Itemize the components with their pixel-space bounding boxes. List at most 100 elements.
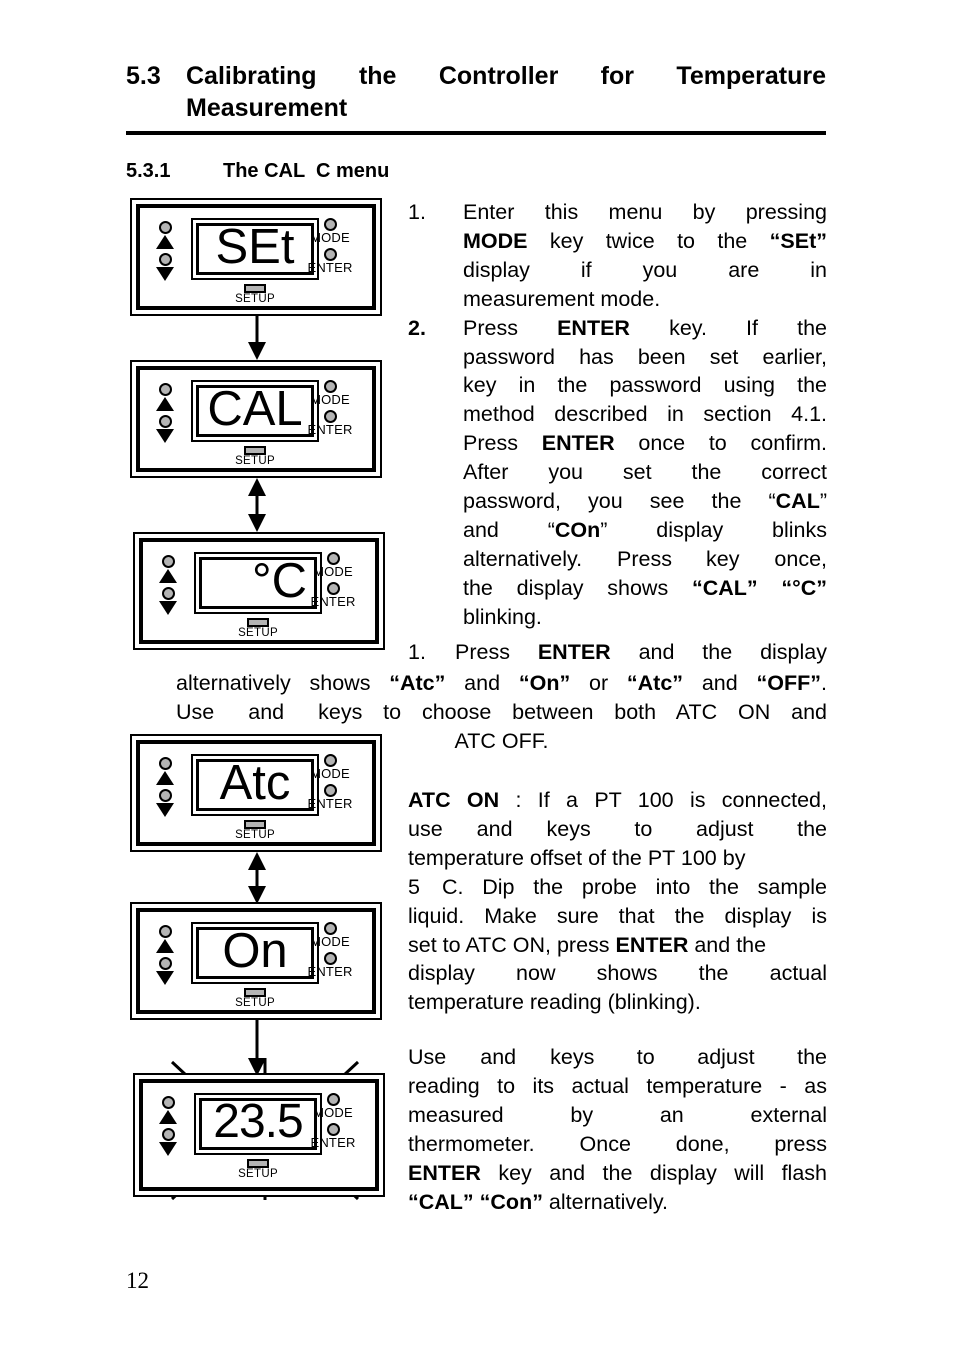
controller-panel-atc: Atc SETUP MODE ENTER bbox=[130, 734, 382, 852]
setup-label: SETUP bbox=[235, 293, 275, 305]
mode-label: MODE bbox=[310, 392, 350, 407]
down-arrow-icon[interactable] bbox=[156, 429, 174, 443]
down-arrow-icon[interactable] bbox=[159, 1142, 177, 1156]
instruction-list: 1. Enter this menu by pressing MODE key … bbox=[408, 198, 827, 632]
down-arrow-icon[interactable] bbox=[156, 971, 174, 985]
setup-label: SETUP bbox=[238, 1168, 278, 1180]
mode-label: MODE bbox=[310, 934, 350, 949]
panel-face: Atc SETUP MODE ENTER bbox=[140, 744, 372, 842]
up-led-icon bbox=[159, 383, 172, 396]
controller-panel-on: On SETUP MODE ENTER bbox=[130, 902, 382, 1020]
enter-label: ENTER bbox=[307, 963, 353, 979]
enter-button[interactable] bbox=[323, 951, 337, 965]
up-arrow-icon[interactable] bbox=[156, 235, 174, 249]
setup-indicator: SETUP bbox=[235, 618, 281, 640]
indicator-cluster bbox=[156, 221, 180, 295]
button-cluster: MODE ENTER bbox=[297, 922, 363, 982]
down-led-icon bbox=[159, 789, 172, 802]
down-led-icon bbox=[159, 415, 172, 428]
button-cluster: MODE ENTER bbox=[297, 380, 363, 440]
button-cluster: MODE ENTER bbox=[297, 754, 363, 814]
setup-indicator: SETUP bbox=[235, 1159, 281, 1181]
panel-face: SEt SETUP MODE ENTER bbox=[140, 208, 372, 306]
panel-face: On SETUP MODE ENTER bbox=[140, 912, 372, 1010]
enter-button[interactable] bbox=[323, 247, 337, 261]
setup-led-icon bbox=[244, 446, 266, 455]
lcd-value: SEt bbox=[215, 219, 295, 274]
up-arrow-icon[interactable] bbox=[156, 771, 174, 785]
subsection-title: The CAL C menu bbox=[223, 160, 390, 182]
setup-led-icon bbox=[247, 618, 269, 627]
enter-label: ENTER bbox=[307, 421, 353, 437]
enter-button[interactable] bbox=[326, 581, 340, 595]
connector-atc-to-on bbox=[245, 852, 269, 904]
mode-label: MODE bbox=[313, 564, 353, 579]
panel-bezel: On SETUP MODE ENTER bbox=[136, 908, 376, 1014]
section-title-line-2: Measurement bbox=[186, 94, 348, 122]
setup-indicator: SETUP bbox=[232, 820, 278, 842]
up-led-icon bbox=[159, 221, 172, 234]
connector-cal-to-degc bbox=[245, 478, 269, 532]
section-title-line-1: Calibrating the Controller for Temperatu… bbox=[186, 62, 826, 90]
down-led-icon bbox=[162, 1128, 175, 1141]
paragraph-atc-on: ATC ON : If a PT 100 is connected, use an… bbox=[408, 788, 827, 1015]
button-cluster: MODE ENTER bbox=[297, 218, 363, 278]
up-arrow-icon[interactable] bbox=[156, 939, 174, 953]
panel-face: CAL SETUP MODE ENTER bbox=[140, 370, 372, 468]
panel-face: 23.5 SETUP MODE ENTER bbox=[143, 1083, 375, 1187]
list-item-step-1: 1. Enter this menu by pressing MODE key … bbox=[408, 198, 827, 314]
connector-on-to-temp bbox=[245, 1020, 269, 1076]
wide-step-first-line: Press ENTER and the display bbox=[455, 640, 827, 664]
setup-label: SETUP bbox=[235, 829, 275, 841]
enter-button[interactable] bbox=[326, 1122, 340, 1136]
up-arrow-icon[interactable] bbox=[159, 1110, 177, 1124]
subsection-number: 5.3.1 bbox=[126, 160, 171, 182]
setup-label: SETUP bbox=[235, 455, 275, 467]
section-heading: 5.3 Calibrating the Controller for Tempe… bbox=[126, 60, 826, 124]
setup-label: SETUP bbox=[238, 627, 278, 639]
enter-button[interactable] bbox=[323, 409, 337, 423]
up-arrow-icon[interactable] bbox=[156, 397, 174, 411]
section-number: 5.3 bbox=[126, 62, 161, 90]
up-arrow-icon[interactable] bbox=[159, 569, 177, 583]
lcd-value: Atc bbox=[219, 755, 291, 810]
setup-label: SETUP bbox=[235, 997, 275, 1009]
lcd-value: CAL bbox=[207, 381, 303, 436]
manual-page: 5.3 Calibrating the Controller for Tempe… bbox=[0, 0, 954, 1351]
page-number: 12 bbox=[126, 1268, 149, 1293]
wide-step-first-line-wrap: 1. Press ENTER and the display bbox=[408, 638, 827, 667]
up-led-icon bbox=[159, 925, 172, 938]
paragraph-adjust-reading: Use and keys to adjust the reading to its … bbox=[408, 1045, 827, 1214]
indicator-cluster bbox=[156, 383, 180, 457]
list-item-step-2: 2. Press ENTER key. If the password has … bbox=[408, 314, 827, 632]
controller-panel-temperature: 23.5 SETUP MODE ENTER bbox=[133, 1073, 385, 1197]
down-led-icon bbox=[159, 957, 172, 970]
down-arrow-icon[interactable] bbox=[159, 601, 177, 615]
up-led-icon bbox=[159, 757, 172, 770]
down-arrow-icon[interactable] bbox=[156, 267, 174, 281]
panel-bezel: °C SETUP MODE ENTER bbox=[139, 538, 379, 644]
setup-indicator: SETUP bbox=[232, 988, 278, 1010]
setup-led-icon bbox=[244, 820, 266, 829]
controller-panel-set: SEt SETUP MODE ENTER bbox=[130, 198, 382, 316]
enter-button[interactable] bbox=[323, 783, 337, 797]
mode-label: MODE bbox=[313, 1105, 353, 1120]
mode-label: MODE bbox=[310, 230, 350, 245]
wide-step-number: 1. bbox=[408, 640, 426, 664]
indicator-cluster bbox=[159, 1096, 183, 1170]
enter-label: ENTER bbox=[310, 593, 356, 609]
panel-bezel: 23.5 SETUP MODE ENTER bbox=[139, 1079, 379, 1191]
setup-indicator: SETUP bbox=[232, 284, 278, 306]
step-1-number: 1. bbox=[408, 200, 426, 224]
subsection-heading: 5.3.1 The CAL C menu bbox=[126, 160, 389, 183]
heading-rule bbox=[126, 131, 826, 135]
mode-label: MODE bbox=[310, 766, 350, 781]
panel-bezel: SEt SETUP MODE ENTER bbox=[136, 204, 376, 310]
up-led-icon bbox=[162, 555, 175, 568]
down-arrow-icon[interactable] bbox=[156, 803, 174, 817]
down-led-icon bbox=[162, 587, 175, 600]
lcd-value: 23.5 bbox=[213, 1095, 303, 1148]
indicator-cluster bbox=[159, 555, 183, 629]
setup-indicator: SETUP bbox=[232, 446, 278, 468]
enter-label: ENTER bbox=[307, 259, 353, 275]
